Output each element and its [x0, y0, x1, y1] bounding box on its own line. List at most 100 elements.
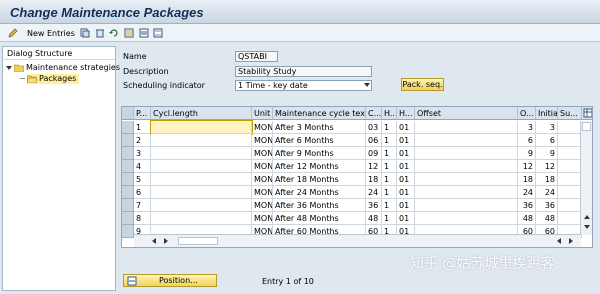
column-header[interactable]: H...: [397, 107, 415, 120]
offset-short-cell: 3: [518, 121, 536, 134]
cycle-short-cell: 24: [366, 186, 382, 199]
scheduling-indicator-dropdown[interactable]: 1 Time - key date: [235, 80, 372, 91]
unit-cell: MON: [252, 121, 273, 134]
column-header[interactable]: H...: [382, 107, 397, 120]
cycle-text-cell: After 18 Months: [273, 173, 366, 186]
deselect-all-button[interactable]: [153, 26, 163, 40]
chevron-down-icon[interactable]: [364, 83, 370, 87]
offset-cell: [415, 173, 518, 186]
hierarchy-cell: 01: [397, 186, 415, 199]
cycle-length-field[interactable]: [151, 147, 252, 160]
undo-button[interactable]: [109, 26, 119, 40]
cycle-text-cell: After 36 Months: [273, 199, 366, 212]
table-settings-button[interactable]: [582, 107, 592, 120]
hierarchy-cell: 1: [382, 186, 397, 199]
select-all-button[interactable]: [124, 26, 134, 40]
unit-cell: MON: [252, 212, 273, 225]
cycle-text-cell: After 48 Months: [273, 212, 366, 225]
column-header[interactable]: C...: [366, 107, 382, 120]
horizontal-scrollbar[interactable]: [134, 234, 581, 247]
vertical-scrollbar[interactable]: [580, 121, 592, 235]
expand-icon[interactable]: [6, 65, 12, 70]
cycle-text-cell: After 12 Months: [273, 160, 366, 173]
offset-short-cell: 6: [518, 134, 536, 147]
sub-cell: [558, 134, 582, 147]
select-block-button[interactable]: [139, 26, 149, 40]
offset-cell: [415, 186, 518, 199]
new-entries-label: New Entries: [27, 28, 75, 38]
hierarchy-cell: 1: [382, 199, 397, 212]
tree-item-packages[interactable]: Packages: [3, 73, 115, 84]
offset-short-cell: 12: [518, 160, 536, 173]
sub-cell: [558, 160, 582, 173]
row-selector[interactable]: [122, 173, 134, 186]
cycle-length-field[interactable]: [150, 120, 253, 135]
deselect-all-icon: [153, 28, 163, 38]
initial-cell: 12: [536, 160, 558, 173]
row-selector[interactable]: [122, 186, 134, 199]
initial-cell: 9: [536, 147, 558, 160]
selected-node[interactable]: Packages: [26, 73, 80, 84]
hierarchy-cell: 1: [382, 173, 397, 186]
offset-cell: [415, 147, 518, 160]
scroll-right-icon[interactable]: [164, 238, 168, 244]
hierarchy-cell: 1: [382, 147, 397, 160]
scroll-left-end-icon[interactable]: [557, 238, 561, 244]
watermark: 知乎 @姑苏城里挨踢客: [410, 256, 555, 272]
offset-short-cell: 36: [518, 199, 536, 212]
scroll-left-icon[interactable]: [152, 238, 156, 244]
sub-cell: [558, 173, 582, 186]
row-selector[interactable]: [122, 225, 134, 238]
column-header[interactable]: Offset: [415, 107, 518, 120]
row-selector[interactable]: [122, 199, 134, 212]
unit-cell: MON: [252, 147, 273, 160]
title-bar: Change Maintenance Packages: [0, 0, 600, 24]
column-header[interactable]: Unit: [252, 107, 273, 120]
column-header[interactable]: P...: [134, 107, 151, 120]
pack-seq-button[interactable]: Pack. seq.: [401, 78, 444, 91]
row-selector[interactable]: [122, 212, 134, 225]
tree-item-maintenance-strategies[interactable]: Maintenance strategies: [6, 62, 120, 73]
column-header[interactable]: Cycl.length: [151, 107, 252, 120]
cycle-short-cell: 09: [366, 147, 382, 160]
application-toolbar: New Entries: [0, 24, 600, 42]
new-entries-button[interactable]: New Entries: [24, 26, 75, 40]
cycle-length-field[interactable]: [151, 186, 252, 199]
row-selector-header[interactable]: [122, 107, 134, 120]
display-change-button[interactable]: [8, 26, 18, 40]
delete-button[interactable]: [95, 26, 105, 40]
row-selector[interactable]: [122, 147, 134, 160]
row-selector[interactable]: [122, 160, 134, 173]
unit-cell: MON: [252, 160, 273, 173]
cycle-length-field[interactable]: [151, 212, 252, 225]
cycle-length-field[interactable]: [151, 199, 252, 212]
cycle-length-field[interactable]: [151, 134, 252, 147]
scroll-down-icon[interactable]: [584, 225, 590, 229]
scroll-right-end-icon[interactable]: [569, 238, 573, 244]
row-selector[interactable]: [122, 134, 134, 147]
column-header[interactable]: Initial: [536, 107, 558, 120]
column-header[interactable]: O...: [518, 107, 536, 120]
position-button[interactable]: Position...: [123, 274, 217, 287]
copy-button[interactable]: [80, 26, 90, 40]
cycle-length-field[interactable]: [151, 160, 252, 173]
row-selector[interactable]: [122, 121, 134, 134]
scroll-up-icon[interactable]: [584, 215, 590, 219]
offset-short-cell: 9: [518, 147, 536, 160]
offset-cell: [415, 121, 518, 134]
window-title: Change Maintenance Packages: [10, 5, 204, 20]
description-label: Description: [123, 67, 169, 76]
position-icon: [127, 276, 137, 286]
column-header[interactable]: Su...: [558, 107, 582, 120]
scroll-thumb[interactable]: [582, 122, 591, 131]
cycle-length-field[interactable]: [151, 173, 252, 186]
dialog-structure-title: Dialog Structure: [3, 47, 115, 60]
cycle-short-cell: 18: [366, 173, 382, 186]
scheduling-indicator-value: 1 Time - key date: [238, 81, 308, 90]
hierarchy-cell: 01: [397, 199, 415, 212]
column-header[interactable]: Maintenance cycle text: [273, 107, 366, 120]
name-field: QSTABI: [235, 51, 278, 62]
offset-cell: [415, 199, 518, 212]
unit-cell: MON: [252, 173, 273, 186]
horizontal-scroll-thumb[interactable]: [178, 237, 218, 245]
